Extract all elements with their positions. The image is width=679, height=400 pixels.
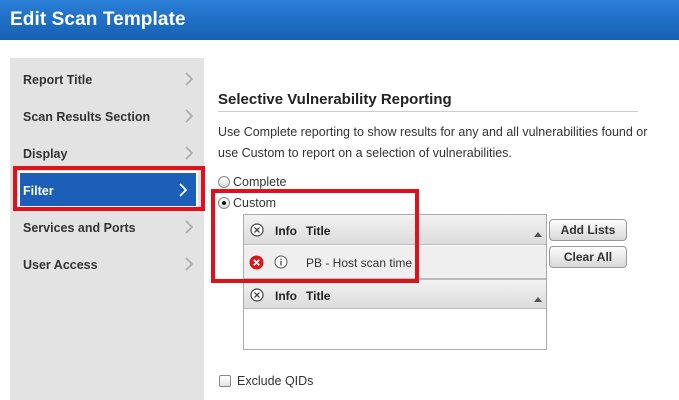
sidebar: Report Title Scan Results Section Displa… (10, 58, 204, 400)
chevron-right-icon (182, 255, 196, 273)
radio-button[interactable] (218, 197, 230, 209)
radio-custom-label: Custom (233, 196, 277, 210)
sidebar-item-report-title[interactable]: Report Title (10, 60, 204, 97)
circle-x-icon[interactable] (250, 223, 264, 240)
sidebar-item-scan-results-section[interactable]: Scan Results Section (10, 97, 204, 134)
info-column-header[interactable]: Info (275, 224, 297, 238)
sort-up-icon[interactable] (534, 226, 542, 240)
selected-list-header: Info Title (244, 215, 546, 245)
sidebar-item-label: Scan Results Section (23, 110, 151, 124)
window-title: Edit Scan Template (0, 0, 679, 40)
exclude-qids-label: Exclude QIDs (237, 374, 314, 388)
radio-complete[interactable]: Complete (218, 175, 287, 189)
radio-complete-label: Complete (233, 175, 287, 189)
list-item[interactable]: PB - Host scan time (244, 246, 546, 279)
sidebar-item-services-and-ports[interactable]: Services and Ports (10, 208, 204, 245)
sort-up-icon[interactable] (534, 291, 542, 305)
chevron-right-icon (182, 218, 196, 236)
sidebar-item-user-access[interactable]: User Access (10, 245, 204, 282)
section-description: Use Complete reporting to show results f… (218, 125, 648, 160)
sidebar-item-label: Services and Ports (23, 221, 136, 235)
radio-custom[interactable]: Custom (218, 196, 276, 210)
vulnerability-list-box: Info Title PB - Host scan time Info Titl… (243, 214, 547, 350)
chevron-right-icon (176, 181, 190, 199)
exclude-qids-option[interactable]: Exclude QIDs (219, 374, 313, 388)
remove-circle-icon[interactable] (249, 255, 264, 273)
chevron-right-icon (182, 70, 196, 88)
section-title: Selective Vulnerability Reporting (218, 91, 452, 108)
info-icon[interactable] (274, 255, 288, 272)
sidebar-item-label: Filter (23, 184, 54, 198)
add-lists-button[interactable]: Add Lists (549, 219, 627, 241)
circle-x-icon[interactable] (250, 288, 264, 305)
title-column-header[interactable]: Title (306, 224, 330, 238)
chevron-right-icon (182, 107, 196, 125)
title-column-header[interactable]: Title (306, 289, 330, 303)
sidebar-item-display[interactable]: Display (10, 134, 204, 171)
clear-all-button[interactable]: Clear All (549, 246, 627, 268)
sidebar-item-label: Report Title (23, 73, 93, 87)
section-divider (218, 111, 638, 112)
chevron-right-icon (182, 144, 196, 162)
info-column-header[interactable]: Info (275, 289, 297, 303)
sidebar-item-label: User Access (23, 258, 98, 272)
list-item-title: PB - Host scan time (306, 256, 413, 270)
exclude-qids-checkbox[interactable] (219, 375, 231, 387)
sidebar-item-filter[interactable]: Filter (18, 171, 198, 208)
radio-button[interactable] (218, 176, 230, 188)
available-list-header: Info Title (244, 279, 546, 309)
sidebar-item-label: Display (23, 147, 68, 161)
